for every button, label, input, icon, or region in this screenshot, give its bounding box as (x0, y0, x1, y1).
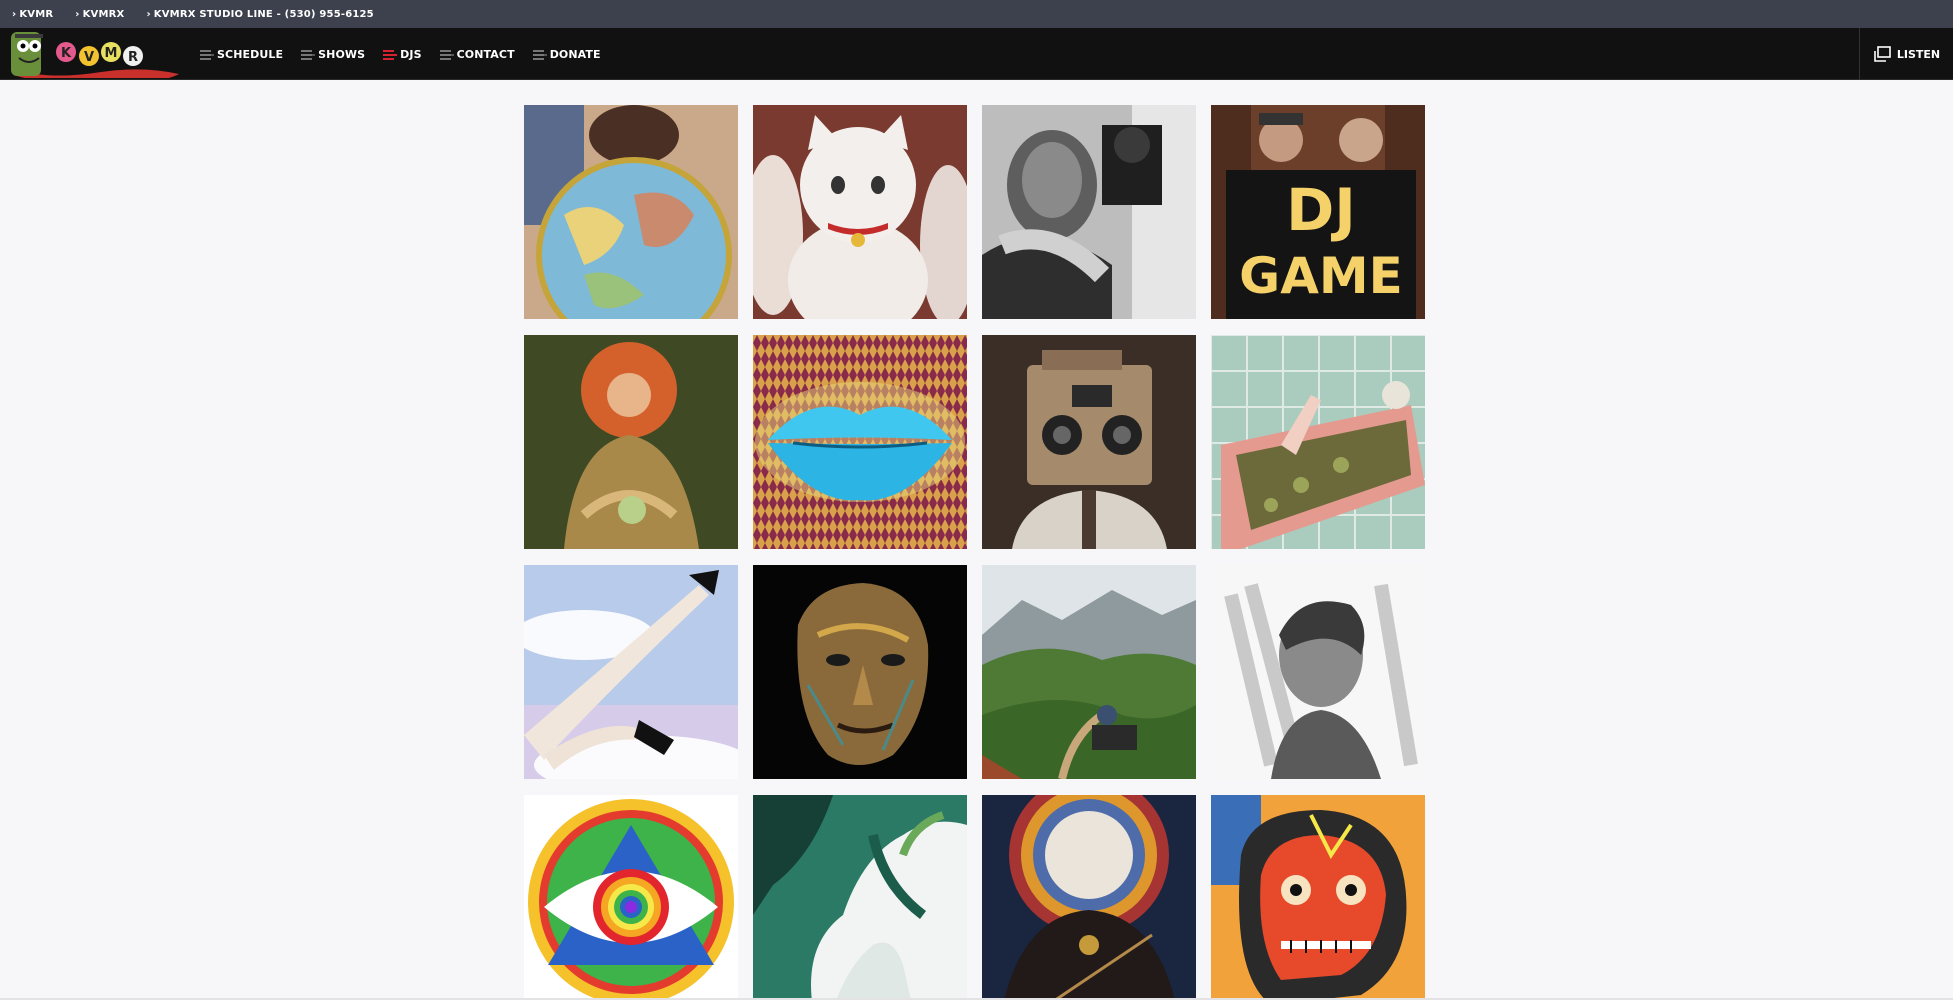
dj-tile-robot-head[interactable] (982, 335, 1196, 549)
nav-item-donate[interactable]: DONATE (532, 48, 601, 61)
dj-tile-red-hair[interactable] (524, 335, 738, 549)
svg-text:V: V (84, 50, 94, 65)
dj-tile-skull-painting[interactable] (1211, 795, 1425, 1000)
dj-image (524, 335, 738, 549)
svg-text:M: M (105, 46, 118, 61)
svg-text:R: R (128, 50, 138, 65)
list-icon (200, 49, 214, 60)
svg-text:GAME: GAME (1239, 247, 1403, 305)
main-navbar: K V M R SCHEDULE SHOWS DJS CONTACT DONAT… (0, 28, 1953, 84)
kvmr-logo[interactable]: K V M R (11, 30, 181, 84)
chevron-right-icon: › (12, 8, 17, 20)
dj-tile-golden-face[interactable] (753, 565, 967, 779)
dj-tile-lucky-cat[interactable] (753, 105, 967, 319)
dj-image (524, 565, 738, 779)
svg-text:DJ: DJ (1286, 176, 1356, 244)
dj-image (753, 335, 967, 549)
nav-item-shows[interactable]: SHOWS (301, 48, 365, 61)
dj-tile-mountains[interactable] (982, 565, 1196, 779)
list-icon (532, 49, 547, 60)
dj-image (753, 795, 967, 1000)
dj-image (753, 565, 967, 779)
dj-image (1211, 335, 1425, 549)
chevron-right-icon: › (75, 8, 80, 20)
dj-image (753, 105, 967, 319)
dj-image (982, 795, 1196, 1000)
topbar-link-studio-line[interactable]: › KVMRX STUDIO LINE - (530) 955-6125 (146, 9, 373, 20)
nav-item-schedule[interactable]: SCHEDULE (200, 48, 283, 61)
list-icon (383, 49, 398, 60)
dj-image (982, 565, 1196, 779)
nav-item-djs[interactable]: DJS (383, 48, 422, 61)
dj-tile-blue-lips[interactable] (753, 335, 967, 549)
dj-tile-bathtub[interactable] (1211, 335, 1425, 549)
dj-image (982, 105, 1196, 319)
dj-image (524, 105, 738, 319)
nav-item-contact[interactable]: CONTACT (439, 48, 515, 61)
dj-tile-man-portrait[interactable] (1211, 565, 1425, 779)
dj-image (1211, 565, 1425, 779)
dj-tile-flower-head[interactable] (982, 795, 1196, 1000)
svg-text:K: K (61, 46, 72, 61)
dj-tile-legs-clouds[interactable] (524, 565, 738, 779)
dj-grid: DJ GAME (524, 105, 1425, 1000)
dj-tile-dj-game[interactable]: DJ GAME (1211, 105, 1425, 319)
dj-image (524, 795, 738, 1000)
dj-image (1211, 795, 1425, 1000)
dj-image (982, 335, 1196, 549)
list-icon (301, 49, 316, 60)
top-utility-bar: › KVMR › KVMRX › KVMRX STUDIO LINE - (530) … (0, 0, 1953, 28)
dj-tile-eye-mandala[interactable] (524, 795, 738, 1000)
topbar-link-kvmrx[interactable]: › KVMRX (75, 9, 124, 20)
listen-button[interactable]: LISTEN (1859, 28, 1953, 80)
nav-menu: SCHEDULE SHOWS DJS CONTACT DONATE (200, 28, 619, 80)
list-icon (439, 49, 454, 60)
popout-window-icon (1874, 46, 1891, 62)
dj-tile-camera-man[interactable] (982, 105, 1196, 319)
dj-tile-marble-swirl[interactable] (753, 795, 967, 1000)
dj-image: DJ GAME (1211, 105, 1425, 319)
chevron-right-icon: › (146, 8, 151, 20)
topbar-link-kvmr[interactable]: › KVMR (12, 9, 53, 20)
dj-tile-globe[interactable] (524, 105, 738, 319)
